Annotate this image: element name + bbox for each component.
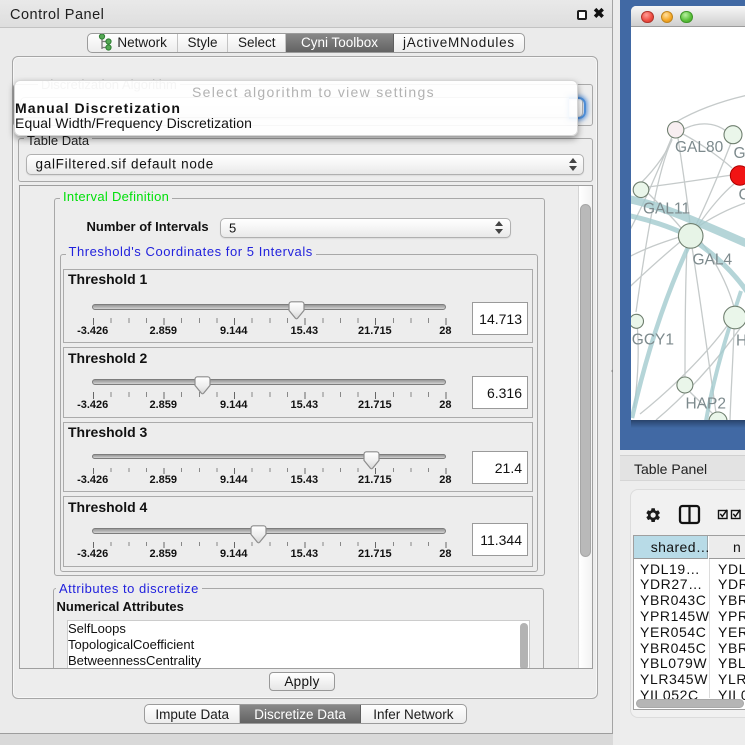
svg-text:GAL4: GAL4: [693, 252, 733, 269]
svg-text:H: H: [736, 333, 745, 350]
svg-text:GA: GA: [734, 145, 745, 162]
svg-text:GAL80: GAL80: [675, 139, 724, 156]
svg-text:GAL11: GAL11: [643, 201, 690, 218]
svg-text:GCY1: GCY1: [632, 332, 674, 349]
svg-text:HAP2: HAP2: [686, 396, 727, 413]
svg-text:C: C: [739, 187, 745, 204]
